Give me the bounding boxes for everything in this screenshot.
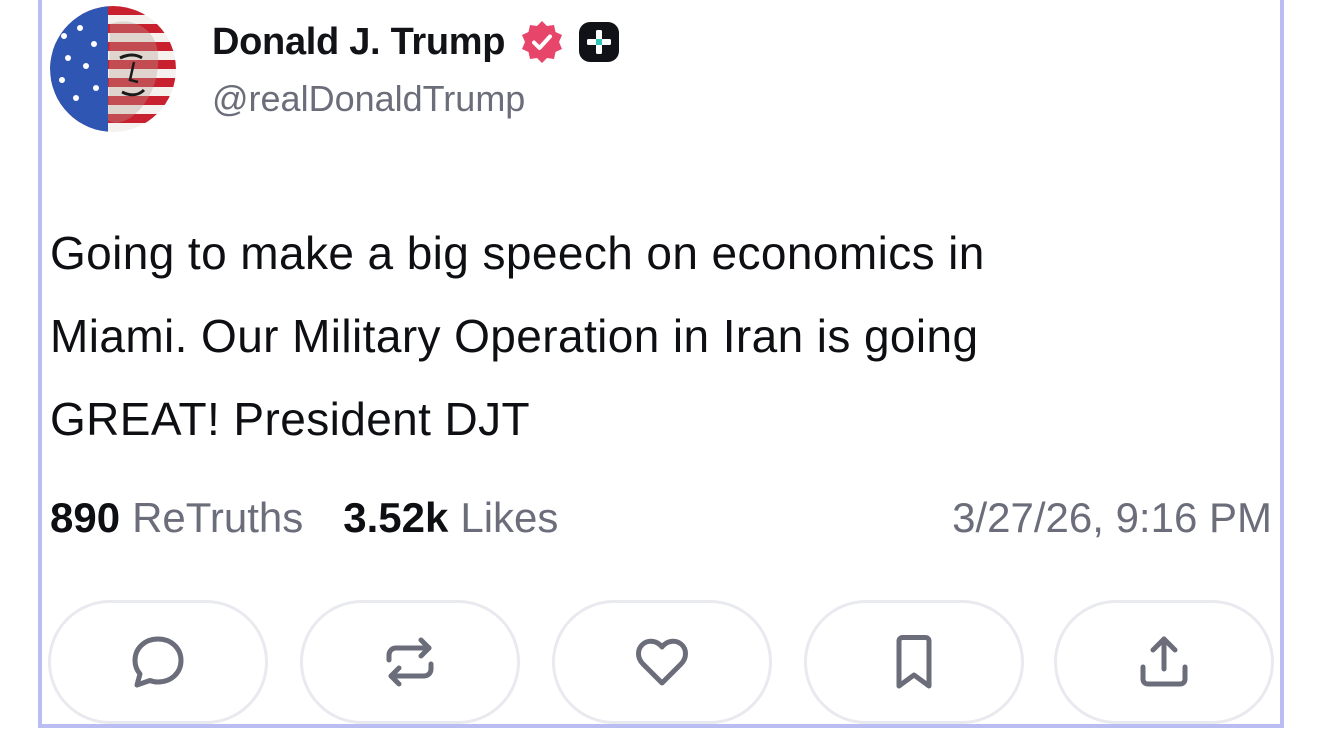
post-text-line: Miami. Our Military Operation in Iran is…	[50, 310, 979, 362]
repost-icon	[386, 637, 434, 687]
likes-count: 3.52k	[343, 494, 449, 541]
post-timestamp: 3/27/26, 9:16 PM	[952, 494, 1272, 541]
verified-badge-icon	[519, 19, 565, 65]
share-icon	[1140, 636, 1188, 687]
author-display-name[interactable]: Donald J. Trump	[212, 21, 506, 64]
likes-label: Likes	[460, 494, 559, 541]
bookmark-button[interactable]	[804, 600, 1024, 724]
author-name-row: Donald J. Trump	[212, 14, 621, 70]
retruths-stat[interactable]: 890 ReTruths	[50, 494, 303, 542]
heart-icon	[636, 638, 688, 686]
reply-button[interactable]	[48, 600, 268, 724]
retruths-label: ReTruths	[132, 494, 304, 541]
post-text-line: GREAT! President DJT	[50, 393, 531, 445]
post-stats: 890 ReTruths 3.52k Likes 3/27/26, 9:16 PM	[50, 490, 1272, 546]
comment-icon	[132, 636, 184, 688]
retruths-count: 890	[50, 494, 121, 541]
post-body: Going to make a big speech on economics …	[50, 212, 1270, 461]
likes-stat[interactable]: 3.52k Likes	[343, 494, 558, 542]
post-card: Donald J. Trump @realDonaldTrump Going t…	[38, 0, 1284, 728]
post-action-bar	[48, 600, 1274, 724]
like-button[interactable]	[552, 600, 772, 724]
share-button[interactable]	[1054, 600, 1274, 724]
post-text-line: Going to make a big speech on economics …	[50, 227, 985, 279]
flag-portrait-avatar-icon	[50, 6, 176, 132]
plus-badge-icon	[577, 20, 621, 64]
retruth-button[interactable]	[300, 600, 520, 724]
author-handle[interactable]: @realDonaldTrump	[212, 78, 525, 120]
bookmark-icon	[896, 635, 932, 689]
avatar[interactable]	[50, 6, 176, 132]
